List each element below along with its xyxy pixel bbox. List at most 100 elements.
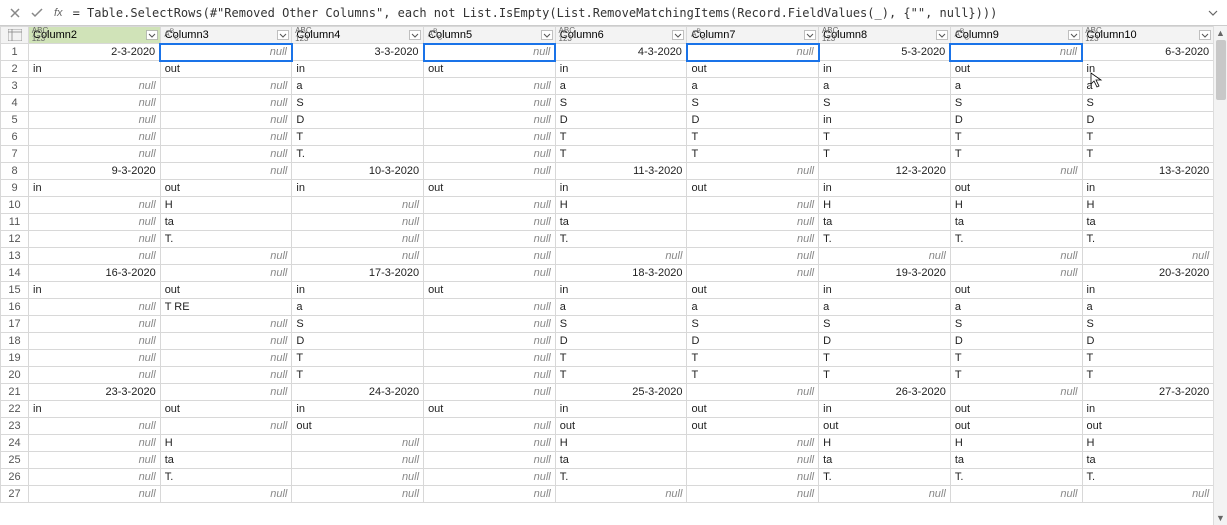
cell[interactable]: null: [950, 248, 1082, 265]
cell[interactable]: T.: [950, 469, 1082, 486]
cell[interactable]: T: [687, 350, 819, 367]
cell[interactable]: null: [292, 435, 424, 452]
cell[interactable]: a: [555, 299, 687, 316]
table-row[interactable]: 22inoutinoutinoutinoutino: [1, 401, 1227, 418]
table-row[interactable]: 2inoutinoutinoutinoutino: [1, 61, 1227, 78]
cell[interactable]: a: [687, 299, 819, 316]
cell[interactable]: a: [1082, 78, 1214, 95]
cell[interactable]: null: [1082, 248, 1214, 265]
cell[interactable]: null: [424, 367, 556, 384]
table-corner-button[interactable]: [1, 27, 29, 44]
cell[interactable]: null: [160, 316, 292, 333]
cell[interactable]: ta: [819, 452, 951, 469]
cell[interactable]: out: [950, 61, 1082, 78]
row-number[interactable]: 3: [1, 78, 29, 95]
cell[interactable]: T: [950, 350, 1082, 367]
cell[interactable]: a: [555, 78, 687, 95]
cell[interactable]: ta: [1082, 452, 1214, 469]
filter-dropdown-button[interactable]: [1199, 30, 1211, 40]
cell[interactable]: null: [29, 146, 161, 163]
cell[interactable]: T.: [819, 231, 951, 248]
cell[interactable]: in: [555, 401, 687, 418]
cell[interactable]: S: [555, 316, 687, 333]
cell[interactable]: out: [687, 61, 819, 78]
table-row[interactable]: 4nullnullSnullSSSSSS: [1, 95, 1227, 112]
cell[interactable]: null: [424, 214, 556, 231]
cell[interactable]: null: [819, 486, 951, 503]
cell[interactable]: S: [819, 316, 951, 333]
cell[interactable]: null: [29, 316, 161, 333]
row-number[interactable]: 13: [1, 248, 29, 265]
cell[interactable]: null: [29, 452, 161, 469]
row-number[interactable]: 10: [1, 197, 29, 214]
table-row[interactable]: 12-3-2020null3-3-2020null4-3-2020null5-3…: [1, 44, 1227, 61]
cell[interactable]: out: [160, 401, 292, 418]
cell[interactable]: null: [29, 112, 161, 129]
cell[interactable]: 16-3-2020: [29, 265, 161, 282]
cell[interactable]: 5-3-2020: [819, 44, 951, 61]
type-icon[interactable]: ABC123: [558, 28, 576, 42]
cell[interactable]: null: [424, 333, 556, 350]
cell[interactable]: T.: [819, 469, 951, 486]
cell[interactable]: T: [555, 350, 687, 367]
row-number[interactable]: 14: [1, 265, 29, 282]
row-number[interactable]: 8: [1, 163, 29, 180]
cell[interactable]: T RE: [160, 299, 292, 316]
cell[interactable]: null: [424, 418, 556, 435]
table-row[interactable]: 3nullnullanullaaaaaa: [1, 78, 1227, 95]
cell[interactable]: ta: [160, 452, 292, 469]
cell[interactable]: null: [29, 78, 161, 95]
cell[interactable]: T: [687, 129, 819, 146]
cell[interactable]: null: [687, 265, 819, 282]
filter-dropdown-button[interactable]: [936, 30, 948, 40]
cell[interactable]: ta: [160, 214, 292, 231]
cell[interactable]: D: [292, 112, 424, 129]
cell[interactable]: T.: [1082, 469, 1214, 486]
filter-dropdown-button[interactable]: [146, 30, 158, 40]
cell[interactable]: null: [160, 163, 292, 180]
cell[interactable]: out: [687, 418, 819, 435]
cell[interactable]: null: [424, 95, 556, 112]
cell[interactable]: 10-3-2020: [292, 163, 424, 180]
column-header-column6[interactable]: ABC123Column6: [555, 27, 687, 44]
cell[interactable]: a: [292, 78, 424, 95]
cell[interactable]: H: [160, 435, 292, 452]
cell[interactable]: T.: [950, 231, 1082, 248]
cell[interactable]: T: [819, 350, 951, 367]
cell[interactable]: out: [819, 418, 951, 435]
row-number[interactable]: 1: [1, 44, 29, 61]
table-row[interactable]: 7nullnullT.nullTTTTTT: [1, 146, 1227, 163]
cell[interactable]: out: [424, 180, 556, 197]
column-header-column5[interactable]: ABCColumn5: [424, 27, 556, 44]
row-number[interactable]: 9: [1, 180, 29, 197]
cell[interactable]: S: [950, 316, 1082, 333]
cell[interactable]: a: [687, 78, 819, 95]
cell[interactable]: a: [819, 299, 951, 316]
cell[interactable]: 13-3-2020: [1082, 163, 1214, 180]
cell[interactable]: null: [950, 384, 1082, 401]
cell[interactable]: in: [292, 180, 424, 197]
cell[interactable]: 12-3-2020: [819, 163, 951, 180]
cell[interactable]: 24-3-2020: [292, 384, 424, 401]
cell[interactable]: null: [29, 299, 161, 316]
table-row[interactable]: 9inoutinoutinoutinoutino: [1, 180, 1227, 197]
cell[interactable]: S: [1082, 316, 1214, 333]
cell[interactable]: null: [160, 95, 292, 112]
table-row[interactable]: 27nullnullnullnullnullnullnullnullnull: [1, 486, 1227, 503]
type-icon[interactable]: ABC: [426, 28, 444, 42]
column-header-column2[interactable]: ABC123Column2: [29, 27, 161, 44]
cell[interactable]: null: [424, 486, 556, 503]
cell[interactable]: H: [160, 197, 292, 214]
cell[interactable]: out: [424, 401, 556, 418]
row-number[interactable]: 27: [1, 486, 29, 503]
scroll-down-button[interactable]: ▼: [1214, 511, 1227, 525]
table-row[interactable]: 13nullnullnullnullnullnullnullnullnull: [1, 248, 1227, 265]
cell[interactable]: null: [160, 333, 292, 350]
type-icon[interactable]: ABC: [689, 28, 707, 42]
cell[interactable]: null: [292, 469, 424, 486]
filter-dropdown-button[interactable]: [541, 30, 553, 40]
cell[interactable]: ta: [555, 214, 687, 231]
cell[interactable]: H: [1082, 197, 1214, 214]
column-header-column10[interactable]: ABC123Column10: [1082, 27, 1214, 44]
table-row[interactable]: 20nullnullTnullTTTTTT: [1, 367, 1227, 384]
